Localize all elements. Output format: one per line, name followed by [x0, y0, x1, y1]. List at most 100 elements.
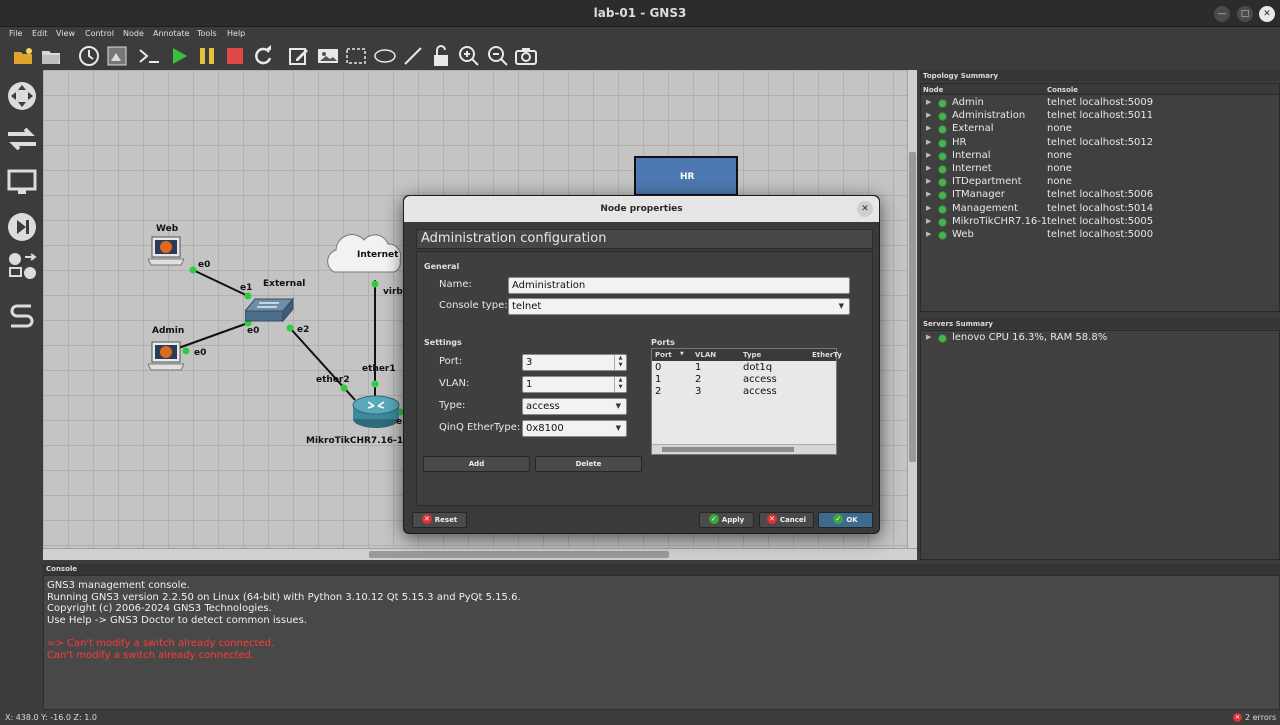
menu-view[interactable]: View — [56, 29, 75, 38]
expand-arrow-icon[interactable]: ▶ — [926, 138, 931, 146]
expand-arrow-icon[interactable]: ▶ — [926, 124, 931, 132]
menu-node[interactable]: Node — [123, 29, 144, 38]
menu-edit[interactable]: Edit — [32, 29, 48, 38]
list-item[interactable]: ▶ ITDepartment none — [921, 176, 1279, 189]
dialog-close-icon[interactable]: ✕ — [857, 201, 873, 217]
name-input[interactable]: Administration — [508, 277, 850, 294]
admin-node[interactable] — [147, 340, 185, 372]
canvas-vertical-scrollbar[interactable] — [907, 70, 917, 548]
close-window-button[interactable]: ✕ — [1259, 6, 1275, 22]
mikrotik-router-node[interactable] — [351, 393, 401, 429]
reload-icon[interactable] — [251, 44, 274, 67]
ports-col-port[interactable]: Port — [655, 351, 672, 359]
add-button[interactable]: Add — [423, 456, 530, 472]
console-output[interactable]: GNS3 management console. Running GNS3 ve… — [43, 575, 1280, 710]
web-label: Web — [156, 224, 179, 234]
window-titlebar: lab-01 - GNS3 — □ ✕ — [0, 0, 1280, 27]
external-switch-node[interactable] — [243, 295, 295, 325]
ports-col-type[interactable]: Type — [743, 351, 761, 359]
delete-button[interactable]: Delete — [535, 456, 642, 472]
expand-arrow-icon[interactable]: ▶ — [926, 190, 931, 198]
qinq-select[interactable]: 0x8100 ▼ — [522, 420, 627, 437]
internet-cloud-node[interactable]: Internet — [320, 232, 410, 280]
hr-node[interactable]: HR — [634, 156, 738, 196]
list-item[interactable]: ▶ HR telnet localhost:5012 — [921, 137, 1279, 150]
clock-icon[interactable] — [77, 44, 100, 67]
switches-icon[interactable] — [5, 122, 38, 155]
web-node[interactable] — [147, 235, 185, 267]
server-row[interactable]: ▶ lenovo CPU 16.3%, RAM 58.8% — [921, 332, 1279, 345]
expand-arrow-icon[interactable]: ▶ — [926, 151, 931, 159]
table-row[interactable]: 1 2 access — [652, 374, 836, 386]
ports-table-header: Port ▼ VLAN Type EtherTy — [652, 349, 842, 361]
ports-table-scrollbar[interactable] — [652, 444, 836, 454]
list-item[interactable]: ▶ External none — [921, 123, 1279, 136]
start-icon[interactable] — [167, 44, 190, 67]
expand-arrow-icon[interactable]: ▶ — [926, 217, 931, 225]
canvas-horizontal-scrollbar[interactable] — [43, 548, 917, 560]
image-icon[interactable] — [316, 44, 339, 67]
table-row[interactable]: 2 3 access — [652, 386, 836, 398]
vlan-label: VLAN: — [439, 378, 470, 389]
edit-note-icon[interactable] — [287, 44, 310, 67]
expand-arrow-icon[interactable]: ▶ — [926, 177, 931, 185]
console-icon[interactable] — [138, 44, 161, 67]
table-row[interactable]: 0 1 dot1q — [652, 362, 836, 374]
node-status-icon — [938, 112, 947, 122]
ellipse-icon[interactable] — [373, 44, 396, 67]
chevron-down-icon: ▼ — [838, 302, 844, 310]
maximize-button[interactable]: □ — [1237, 6, 1253, 22]
list-item[interactable]: ▶ Management telnet localhost:5014 — [921, 203, 1279, 216]
list-item[interactable]: ▶ Administration telnet localhost:5011 — [921, 110, 1279, 123]
end-devices-icon[interactable] — [5, 166, 38, 199]
spin-arrows-icon[interactable]: ▲ ▼ — [614, 355, 626, 370]
stop-icon[interactable] — [223, 44, 246, 67]
expand-arrow-icon[interactable]: ▶ — [926, 164, 931, 172]
open-project-icon[interactable] — [11, 44, 34, 67]
apply-button[interactable]: ✓ Apply — [699, 512, 754, 528]
menu-tools[interactable]: Tools — [197, 29, 217, 38]
rectangle-icon[interactable] — [344, 44, 367, 67]
expand-arrow-icon[interactable]: ▶ — [926, 111, 931, 119]
menu-file[interactable]: File — [9, 29, 22, 38]
menu-annotate[interactable]: Annotate — [153, 29, 190, 38]
add-link-icon[interactable] — [5, 298, 38, 331]
lock-icon[interactable] — [429, 44, 452, 67]
reset-button[interactable]: ✕ Reset — [412, 512, 467, 528]
cancel-button[interactable]: ✕ Cancel — [759, 512, 814, 528]
pause-icon[interactable] — [195, 44, 218, 67]
routers-icon[interactable] — [5, 79, 38, 112]
list-item[interactable]: ▶ Web telnet localhost:5000 — [921, 229, 1279, 242]
port-spinbox[interactable]: 3 ▲ ▼ — [522, 354, 627, 371]
screenshot-icon[interactable] — [514, 44, 537, 67]
line-icon[interactable] — [401, 44, 424, 67]
folder-icon[interactable] — [39, 44, 62, 67]
zoom-in-icon[interactable] — [457, 44, 480, 67]
menu-control[interactable]: Control — [85, 29, 114, 38]
snapshot-icon[interactable] — [105, 44, 128, 67]
list-item[interactable]: ▶ Internet none — [921, 163, 1279, 176]
node-name: HR — [952, 136, 967, 148]
spin-arrows-icon[interactable]: ▲ ▼ — [614, 377, 626, 392]
list-item[interactable]: ▶ Admin telnet localhost:5009 — [921, 97, 1279, 110]
expand-arrow-icon[interactable]: ▶ — [926, 204, 931, 212]
expand-arrow-icon[interactable]: ▶ — [926, 98, 931, 106]
expand-arrow-icon[interactable]: ▶ — [926, 230, 931, 238]
list-item[interactable]: ▶ Internal none — [921, 150, 1279, 163]
type-select[interactable]: access ▼ — [522, 398, 627, 415]
vlan-spinbox[interactable]: 1 ▲ ▼ — [522, 376, 627, 393]
console-type-select[interactable]: telnet ▼ — [508, 298, 850, 315]
security-devices-icon[interactable] — [5, 210, 38, 243]
node-name: Web — [952, 228, 974, 240]
list-item[interactable]: ▶ ITManager telnet localhost:5006 — [921, 189, 1279, 202]
error-count[interactable]: 2 errors — [1245, 713, 1276, 722]
console-error-line: Can't modify a switch already connected. — [47, 649, 255, 661]
menu-help[interactable]: Help — [227, 29, 245, 38]
minimize-button[interactable]: — — [1214, 6, 1230, 22]
list-item[interactable]: ▶ MikroTikCHR7.16-1 telnet localhost:5005 — [921, 216, 1279, 229]
zoom-out-icon[interactable] — [486, 44, 509, 67]
all-devices-icon[interactable] — [5, 250, 38, 283]
ports-col-vlan[interactable]: VLAN — [695, 351, 716, 359]
ports-col-ethertype[interactable]: EtherTy — [812, 351, 842, 359]
ok-button[interactable]: ✓ OK — [818, 512, 873, 528]
